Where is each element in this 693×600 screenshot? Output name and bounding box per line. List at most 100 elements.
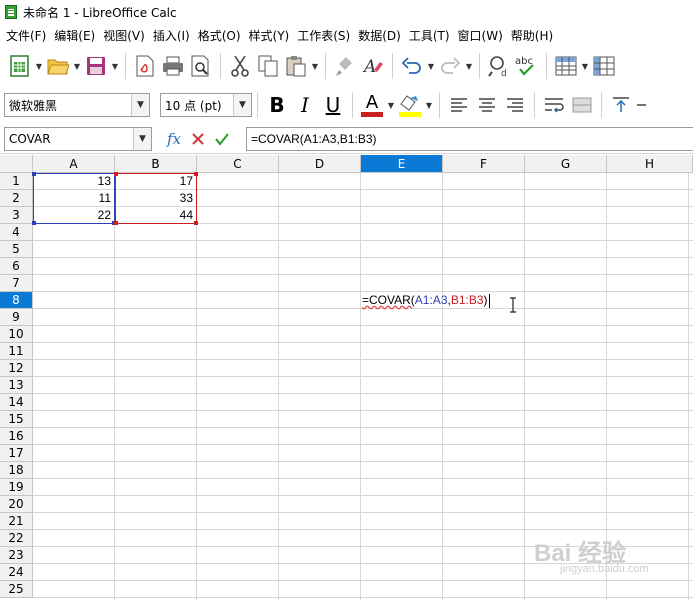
font-name-value[interactable]: 微软雅黑 — [5, 97, 131, 114]
accept-icon[interactable] — [210, 124, 234, 154]
formula-input[interactable]: =COVAR(A1:A3,B1:B3) — [246, 127, 693, 151]
underline-button[interactable]: U — [319, 90, 347, 120]
merge-cells-icon[interactable] — [568, 90, 596, 120]
row-header-6[interactable]: 6 — [0, 258, 33, 275]
align-middle-icon[interactable] — [635, 90, 647, 120]
menu-data[interactable]: 数据(D) — [356, 27, 407, 44]
highlight-color-button[interactable] — [396, 90, 424, 120]
print-icon[interactable] — [159, 51, 187, 81]
column-icon[interactable] — [590, 51, 618, 81]
row-header-17[interactable]: 17 — [0, 445, 33, 462]
row-header-1[interactable]: 1 — [0, 173, 33, 190]
range-handle[interactable] — [32, 221, 36, 225]
range-handle[interactable] — [194, 172, 198, 176]
row-header-18[interactable]: 18 — [0, 462, 33, 479]
menu-file[interactable]: 文件(F) — [4, 27, 52, 44]
name-box-value[interactable]: COVAR — [5, 132, 133, 146]
row-header-25[interactable]: 25 — [0, 581, 33, 598]
row-header-10[interactable]: 10 — [0, 326, 33, 343]
redo-dropdown-arrow[interactable]: ▼ — [464, 51, 474, 81]
font-color-dropdown-arrow[interactable]: ▼ — [386, 90, 396, 120]
open-dropdown-arrow[interactable]: ▼ — [72, 51, 82, 81]
row-header-4[interactable]: 4 — [0, 224, 33, 241]
row-header-21[interactable]: 21 — [0, 513, 33, 530]
row-header-2[interactable]: 2 — [0, 190, 33, 207]
chevron-down-icon[interactable]: ▼ — [131, 94, 149, 116]
cut-icon[interactable] — [226, 51, 254, 81]
bold-button[interactable]: B — [263, 90, 291, 120]
menu-edit[interactable]: 编辑(E) — [52, 27, 101, 44]
row-icon[interactable] — [552, 51, 580, 81]
open-folder-icon[interactable] — [44, 51, 72, 81]
new-dropdown-arrow[interactable]: ▼ — [34, 51, 44, 81]
paste-icon[interactable] — [282, 51, 310, 81]
row-header-13[interactable]: 13 — [0, 377, 33, 394]
row-header-5[interactable]: 5 — [0, 241, 33, 258]
spellcheck-icon[interactable]: abc — [513, 51, 541, 81]
undo-icon[interactable] — [398, 51, 426, 81]
function-wizard-button[interactable]: fx — [162, 124, 186, 154]
paste-dropdown-arrow[interactable]: ▼ — [310, 51, 320, 81]
row-header-24[interactable]: 24 — [0, 564, 33, 581]
redo-icon[interactable] — [436, 51, 464, 81]
column-header-b[interactable]: B — [115, 155, 197, 173]
menu-sheet[interactable]: 工作表(S) — [295, 27, 356, 44]
cancel-icon[interactable] — [186, 124, 210, 154]
name-box[interactable]: COVAR ▼ — [4, 126, 152, 151]
save-dropdown-arrow[interactable]: ▼ — [110, 51, 120, 81]
font-size-combo[interactable]: 10 点 (pt) ▼ — [160, 93, 252, 117]
print-preview-icon[interactable] — [187, 51, 215, 81]
align-top-icon[interactable] — [607, 90, 635, 120]
clear-formatting-icon[interactable]: A — [359, 51, 387, 81]
row-header-20[interactable]: 20 — [0, 496, 33, 513]
column-header-f[interactable]: F — [443, 155, 525, 173]
font-color-button[interactable]: A — [358, 90, 386, 120]
column-header-g[interactable]: G — [525, 155, 607, 173]
export-pdf-icon[interactable] — [131, 51, 159, 81]
save-icon[interactable] — [82, 51, 110, 81]
chevron-down-icon[interactable]: ▼ — [233, 94, 251, 116]
copy-icon[interactable] — [254, 51, 282, 81]
menu-styles[interactable]: 样式(Y) — [247, 27, 296, 44]
font-name-combo[interactable]: 微软雅黑 ▼ — [4, 93, 150, 117]
wrap-text-icon[interactable] — [540, 90, 568, 120]
undo-dropdown-arrow[interactable]: ▼ — [426, 51, 436, 81]
row-header-19[interactable]: 19 — [0, 479, 33, 496]
menu-tools[interactable]: 工具(T) — [407, 27, 456, 44]
row-header-15[interactable]: 15 — [0, 411, 33, 428]
row-header-11[interactable]: 11 — [0, 343, 33, 360]
spreadsheet-grid[interactable]: A B C D E F G H 1 2 3 4 5 6 7 8 9 10 11 … — [0, 155, 693, 600]
row-header-8[interactable]: 8 — [0, 292, 33, 309]
row-header-22[interactable]: 22 — [0, 530, 33, 547]
row-header-3[interactable]: 3 — [0, 207, 33, 224]
range-handle[interactable] — [114, 172, 118, 176]
menu-insert[interactable]: 插入(I) — [151, 27, 196, 44]
select-all-corner[interactable] — [0, 155, 33, 173]
row-header-16[interactable]: 16 — [0, 428, 33, 445]
row-header-14[interactable]: 14 — [0, 394, 33, 411]
column-header-e[interactable]: E — [361, 155, 443, 173]
cell-e8-editor[interactable]: =COVAR(A1:A3,B1:B3) — [362, 292, 490, 309]
row-header-23[interactable]: 23 — [0, 547, 33, 564]
menu-view[interactable]: 视图(V) — [101, 27, 151, 44]
menu-format[interactable]: 格式(O) — [196, 27, 247, 44]
chevron-down-icon[interactable]: ▼ — [133, 127, 151, 150]
find-replace-icon[interactable]: d — [485, 51, 513, 81]
clone-formatting-icon[interactable] — [331, 51, 359, 81]
range-handle[interactable] — [194, 221, 198, 225]
column-header-a[interactable]: A — [33, 155, 115, 173]
align-center-icon[interactable] — [473, 90, 501, 120]
row-header-7[interactable]: 7 — [0, 275, 33, 292]
range-handle[interactable] — [32, 172, 36, 176]
italic-button[interactable]: I — [291, 90, 319, 120]
highlight-dropdown-arrow[interactable]: ▼ — [424, 90, 434, 120]
column-header-d[interactable]: D — [279, 155, 361, 173]
menu-window[interactable]: 窗口(W) — [456, 27, 509, 44]
menu-help[interactable]: 帮助(H) — [509, 27, 559, 44]
align-left-icon[interactable] — [445, 90, 473, 120]
new-spreadsheet-icon[interactable] — [6, 51, 34, 81]
font-size-value[interactable]: 10 点 (pt) — [161, 97, 233, 114]
row-header-12[interactable]: 12 — [0, 360, 33, 377]
row-dropdown-arrow[interactable]: ▼ — [580, 51, 590, 81]
align-right-icon[interactable] — [501, 90, 529, 120]
